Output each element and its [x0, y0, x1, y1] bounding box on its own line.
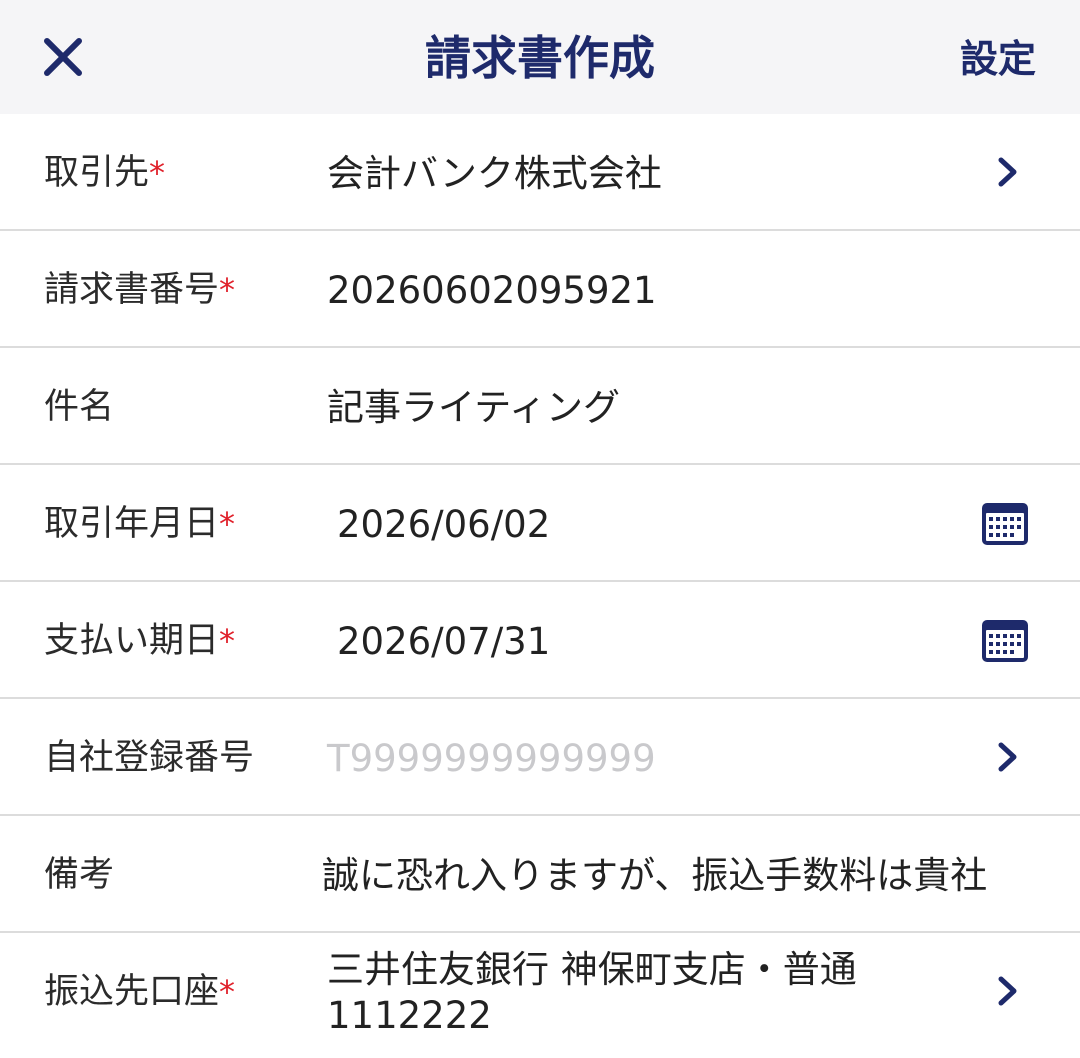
remarks-field[interactable]: 誠に恐れ入りますが、振込手数料は貴社 — [322, 816, 1036, 931]
close-icon — [44, 38, 82, 76]
transaction-date-row[interactable]: 取引年月日* 2026/06/02 — [0, 465, 1080, 582]
due-date-label: 支払い期日* — [44, 621, 236, 661]
remarks-label: 備考 — [44, 855, 115, 895]
calendar-icon[interactable] — [981, 500, 1029, 546]
client-row[interactable]: 取引先* 会計バンク株式会社 — [0, 114, 1080, 231]
bank-account-value: 三井住友銀行 神保町支店・普通 1112222 — [327, 948, 857, 1037]
bank-account-row[interactable]: 振込先口座* 三井住友銀行 神保町支店・普通 1112222 — [0, 933, 1080, 1051]
chevron-right-icon — [998, 976, 1017, 1006]
required-mark: * — [219, 271, 236, 309]
registration-number-placeholder: T9999999999999 — [327, 737, 656, 780]
registration-number-row[interactable]: 自社登録番号 T9999999999999 — [0, 699, 1080, 816]
subject-row[interactable]: 件名 記事ライティング — [0, 348, 1080, 465]
settings-button[interactable]: 設定 — [960, 0, 1036, 114]
transaction-date-field[interactable]: 2026/06/02 — [337, 465, 550, 580]
client-value: 会計バンク株式会社 — [327, 152, 662, 195]
transaction-date-label: 取引年月日* — [44, 504, 236, 544]
required-mark: * — [219, 973, 236, 1011]
bank-account-label: 振込先口座* — [44, 972, 236, 1012]
subject-label: 件名 — [44, 387, 115, 427]
header-bar: 請求書作成 設定 — [0, 0, 1080, 114]
invoice-form: 取引先* 会計バンク株式会社 請求書番号* 20260602095921 件名 … — [0, 114, 1080, 1051]
due-date-field[interactable]: 2026/07/31 — [337, 582, 550, 697]
remarks-row[interactable]: 備考 誠に恐れ入りますが、振込手数料は貴社 — [0, 816, 1080, 933]
page-title: 請求書作成 — [425, 31, 655, 85]
invoice-number-label: 請求書番号* — [44, 270, 236, 310]
subject-field[interactable]: 記事ライティング — [327, 348, 620, 463]
invoice-number-row[interactable]: 請求書番号* 20260602095921 — [0, 231, 1080, 348]
close-button[interactable] — [40, 34, 86, 80]
calendar-icon[interactable] — [981, 617, 1029, 663]
required-mark: * — [149, 154, 166, 192]
required-mark: * — [219, 505, 236, 543]
chevron-right-icon — [998, 742, 1017, 772]
registration-number-label: 自社登録番号 — [44, 738, 255, 778]
required-mark: * — [219, 622, 236, 660]
due-date-row[interactable]: 支払い期日* 2026/07/31 — [0, 582, 1080, 699]
invoice-number-field[interactable]: 20260602095921 — [327, 231, 657, 346]
client-label: 取引先* — [44, 153, 166, 193]
chevron-right-icon — [998, 157, 1017, 187]
